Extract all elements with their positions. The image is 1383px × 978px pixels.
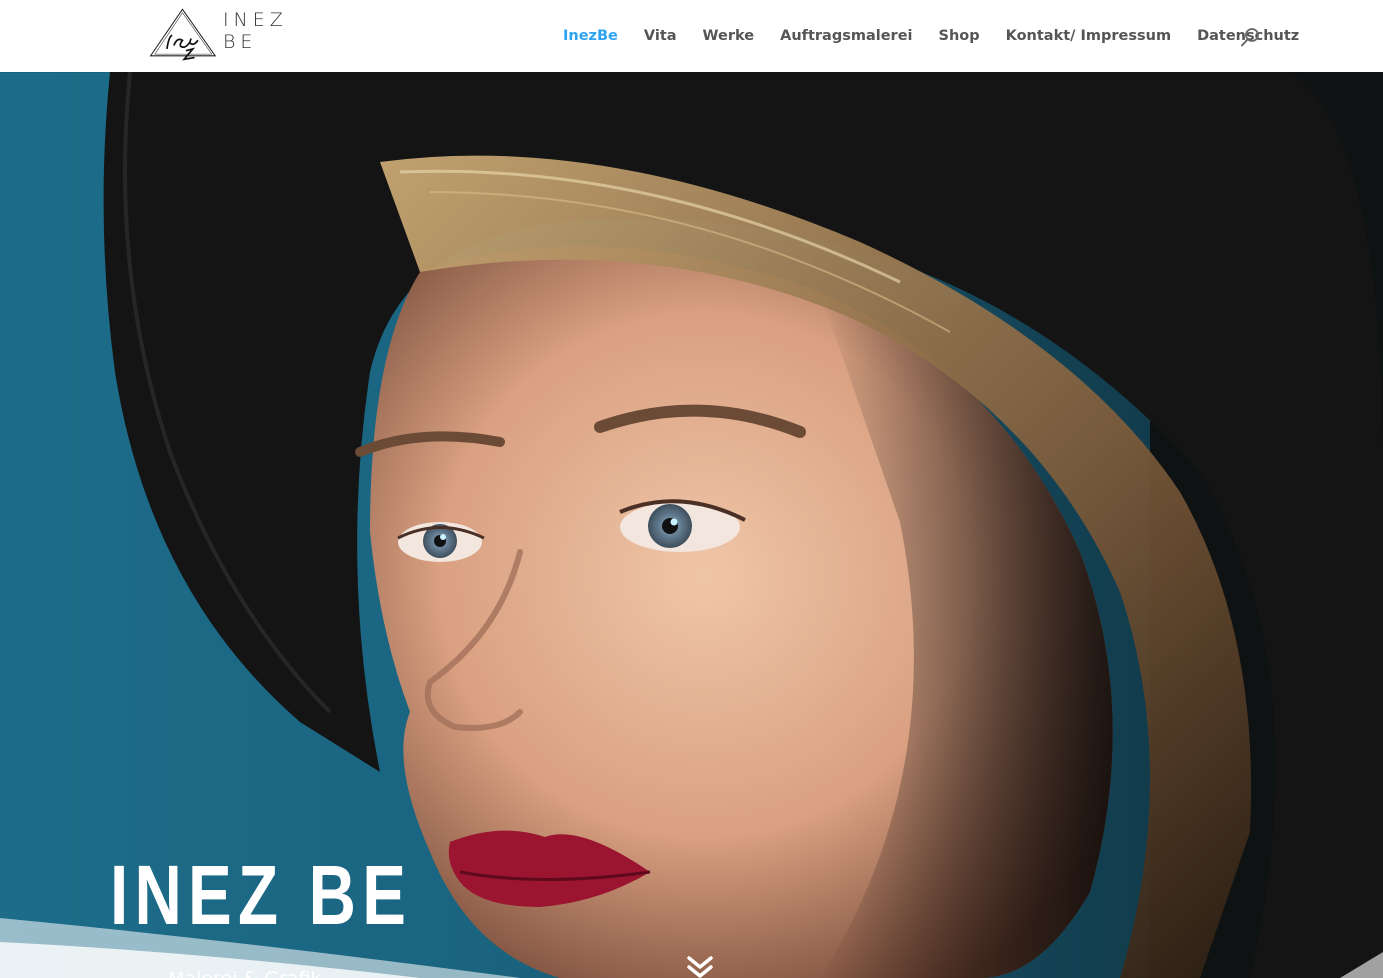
logo-text: INEZ BE: [222, 9, 288, 53]
nav-item-werke[interactable]: Werke: [703, 28, 755, 44]
hero-section: INEZ BE Malerei & Grafik: [0, 72, 1383, 978]
nav-item-vita[interactable]: Vita: [644, 28, 677, 44]
nav-item-inezbe[interactable]: InezBe: [563, 28, 618, 44]
search-icon[interactable]: [1240, 26, 1262, 48]
site-header: INEZ BE InezBe Vita Werke Auftragsmalere…: [0, 0, 1383, 72]
site-logo[interactable]: INEZ BE: [148, 3, 318, 69]
hero-title: INEZ BE: [110, 848, 413, 942]
hero-portrait-image: [0, 72, 1383, 978]
hero-subtitle: Malerei & Grafik: [168, 968, 321, 978]
nav-item-auftragsmalerei[interactable]: Auftragsmalerei: [780, 28, 912, 44]
nav-item-kontakt-impressum[interactable]: Kontakt/ Impressum: [1006, 28, 1171, 44]
double-chevron-down-icon[interactable]: [686, 955, 714, 978]
nav-item-shop[interactable]: Shop: [939, 28, 980, 44]
triangle-signature-logo-icon: [149, 8, 217, 61]
main-nav: InezBe Vita Werke Auftragsmalerei Shop K…: [563, 0, 1325, 72]
